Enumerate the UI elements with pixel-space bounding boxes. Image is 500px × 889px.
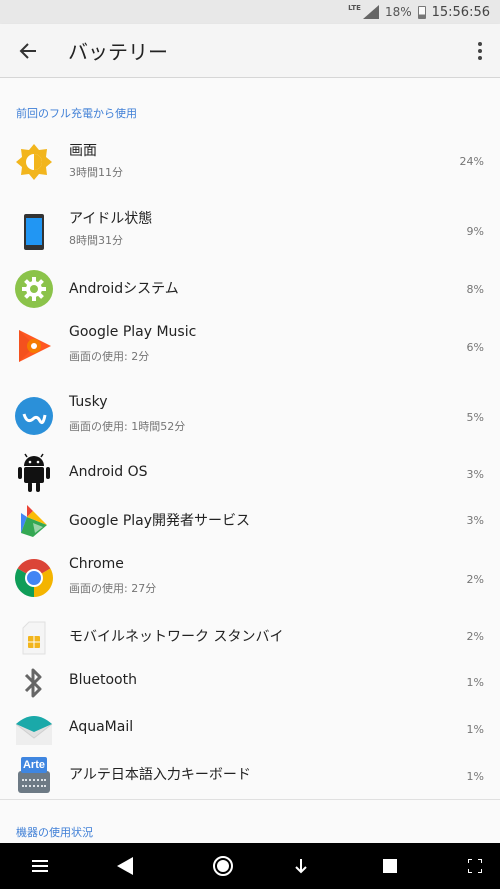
item-name: 画面 [69,143,97,159]
item-name: Google Play Music [69,324,197,340]
item-name: Tusky [69,394,108,410]
overflow-menu-button[interactable] [472,37,488,65]
item-percent: 1% [466,770,484,783]
battery-icon [417,5,426,19]
item-percent: 24% [459,155,484,168]
app-bar: バッテリー [0,24,500,78]
nav-recents-button[interactable] [370,843,410,889]
item-percent: 2% [466,573,484,586]
arrow-back-icon [19,43,36,59]
item-name: Android OS [69,464,148,480]
nav-back-button[interactable] [105,843,145,889]
battery-usage-list[interactable]: 前回のフル充電から使用 画面 3時間11分 24% アイドル状態 8時間31分 … [0,78,500,843]
item-percent: 3% [466,514,484,527]
page-title: バッテリー [68,40,168,64]
list-item[interactable]: 画面 3時間11分 24% [0,138,500,202]
hamburger-icon [32,860,48,872]
item-subtitle: 3時間11分 [69,166,123,179]
section-title-since-charge: 前回のフル充電から使用 [16,107,137,120]
item-percent: 9% [466,225,484,238]
clock: 15:56:56 [431,4,490,20]
item-percent: 6% [466,341,484,354]
list-item[interactable]: Chrome 画面の使用: 27分 2% [0,556,500,618]
section-divider [0,799,500,800]
list-item[interactable]: Tusky 画面の使用: 1時間52分 5% [0,394,500,456]
item-subtitle: 画面の使用: 27分 [69,582,157,595]
list-item[interactable]: アイドル状態 8時間31分 9% [0,208,500,272]
google-play-music-icon [14,326,54,366]
fullscreen-icon [468,859,482,873]
item-subtitle: 8時間31分 [69,234,123,247]
list-item[interactable]: Google Play Music 画面の使用: 2分 6% [0,324,500,386]
status-bar: LTE 18% 15:56:56 [0,0,500,24]
tusky-icon [14,396,54,436]
arte-keyboard-icon: Arte [14,756,54,796]
network-label: LTE [348,4,361,12]
item-name: Androidシステム [69,281,179,297]
item-percent: 2% [466,630,484,643]
home-circle-icon [213,856,233,876]
item-name: モバイルネットワーク スタンバイ [69,629,284,645]
item-percent: 8% [466,283,484,296]
more-vert-icon [478,42,482,46]
status-icons: LTE 18% 15:56:56 [348,0,490,24]
list-item[interactable]: Google Play開発者サービス 3% [0,500,500,544]
brightness-icon [14,142,54,182]
list-item[interactable]: Bluetooth 1% [0,662,500,706]
square-recents-icon [383,859,397,873]
navigation-bar [0,843,500,889]
item-subtitle: 画面の使用: 1時間52分 [69,420,186,433]
android-system-gear-icon [14,269,54,309]
item-name: Google Play開発者サービス [69,513,251,529]
nav-menu-button[interactable] [20,843,60,889]
google-play-services-icon [14,501,54,541]
phone-idle-icon [14,212,54,252]
bluetooth-icon [14,663,54,703]
signal-icon [362,5,379,19]
list-item[interactable]: Androidシステム 8% [0,268,500,312]
android-robot-icon [14,453,54,493]
item-percent: 1% [466,676,484,689]
item-percent: 5% [466,411,484,424]
item-name: Chrome [69,556,124,572]
list-item[interactable]: Arte アルテ日本語入力キーボード 1% [0,754,500,798]
nav-home-button[interactable] [203,843,243,889]
back-button[interactable] [14,37,42,65]
section-title-usage: 機器の使用状況 [16,826,93,839]
item-name: アイドル状態 [69,211,153,227]
item-name: AquaMail [69,719,134,735]
list-item[interactable]: AquaMail 1% [0,708,500,752]
item-name: Bluetooth [69,672,137,688]
item-percent: 1% [466,723,484,736]
battery-percent: 18% [384,5,412,19]
item-name: アルテ日本語入力キーボード [69,767,251,783]
item-percent: 3% [466,468,484,481]
triangle-back-icon [117,857,133,875]
sim-card-icon [14,618,54,658]
item-subtitle: 画面の使用: 2分 [69,350,150,363]
nav-fullscreen-button[interactable] [455,843,495,889]
aquamail-icon [14,709,54,749]
arrow-down-icon [295,859,307,874]
list-item[interactable]: モバイルネットワーク スタンバイ 2% [0,616,500,660]
nav-hide-keyboard-button[interactable] [281,843,321,889]
arte-badge: Arte [21,757,47,773]
chrome-icon [14,558,54,598]
list-item[interactable]: Android OS 3% [0,452,500,496]
